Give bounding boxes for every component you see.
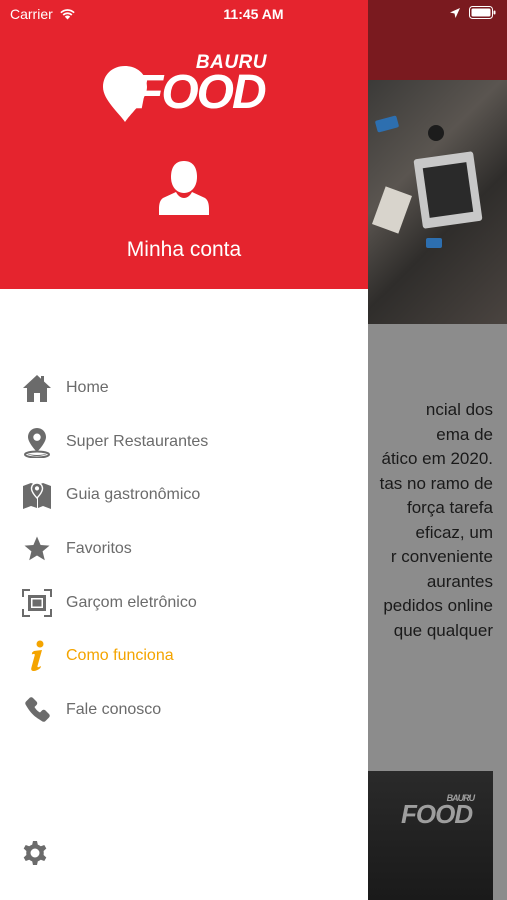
drawer-header: BAURU FOOD Minha conta [0,0,368,289]
logo-main-text: FOOD [134,66,267,119]
phone-icon [21,694,53,726]
menu-item-favoritos[interactable]: Favoritos [0,522,368,576]
menu-item-home[interactable]: Home [0,361,368,415]
menu-item-como-funciona[interactable]: Como funciona [0,629,368,683]
scan-icon [21,587,53,619]
menu-item-label: Super Restaurantes [66,432,209,450]
menu-item-guia-gastronomico[interactable]: Guia gastronômico [0,468,368,522]
background-hero-image [368,80,507,324]
wifi-icon [60,9,75,20]
status-bar: Carrier 11:45 AM [0,0,507,28]
gear-icon[interactable] [20,838,50,868]
background-logo-card: BAURU FOOD [368,771,493,900]
background-card-logo: BAURU FOOD [401,793,475,829]
info-icon [21,640,53,672]
app-screen: ncial dos ema de ático em 2020. tas no r… [0,0,507,900]
carrier-label: Carrier [10,6,53,22]
carrier-indicator: Carrier [10,6,76,22]
menu-item-garcom-eletronico[interactable]: Garçom eletrônico [0,576,368,630]
clock: 11:45 AM [223,6,284,22]
menu-item-super-restaurantes[interactable]: Super Restaurantes [0,415,368,469]
menu-item-label: Favoritos [66,539,132,557]
star-icon [21,533,53,565]
map-guide-icon [21,479,53,511]
menu-item-label: Garçom eletrônico [66,593,197,611]
side-drawer: BAURU FOOD Minha conta Home Super Restau… [0,0,368,900]
my-account-link[interactable]: Minha conta [0,238,368,262]
bauru-food-logo: BAURU FOOD [100,52,275,127]
status-right [449,6,497,19]
user-avatar-icon[interactable] [159,159,209,215]
menu-item-label: Fale conosco [66,700,162,718]
drawer-menu: Home Super Restaurantes Guia gastronômic… [0,361,368,737]
map-pin-icon [21,426,53,458]
menu-item-label: Guia gastronômico [66,486,201,504]
menu-item-label: Home [66,378,109,396]
home-icon [21,372,53,404]
battery-icon [469,6,496,19]
location-arrow-icon [450,7,460,18]
menu-item-label: Como funciona [66,647,174,665]
menu-item-fale-conosco[interactable]: Fale conosco [0,683,368,737]
